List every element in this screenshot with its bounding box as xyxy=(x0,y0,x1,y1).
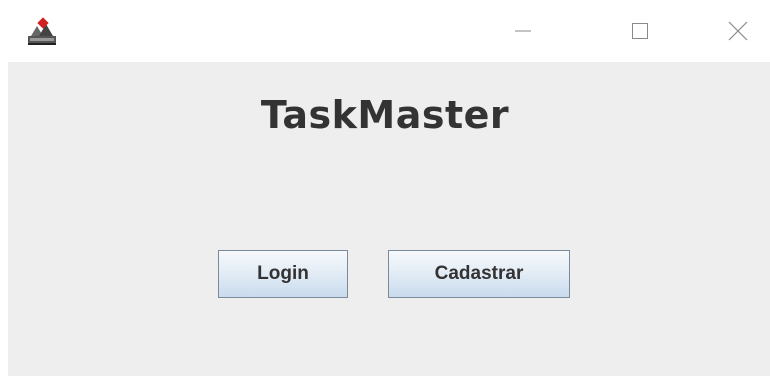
minimize-button[interactable] xyxy=(500,8,546,54)
register-button[interactable]: Cadastrar xyxy=(388,250,570,298)
close-icon xyxy=(728,21,748,41)
maximize-icon xyxy=(632,23,648,39)
java-app-icon[interactable] xyxy=(25,14,59,46)
minimize-icon xyxy=(515,30,531,32)
maximize-button[interactable] xyxy=(617,8,663,54)
application-window: TaskMaster Login Cadastrar xyxy=(0,0,770,376)
login-button[interactable]: Login xyxy=(218,250,348,298)
title-bar[interactable] xyxy=(0,0,770,62)
close-button[interactable] xyxy=(715,8,761,54)
app-title: TaskMaster xyxy=(260,93,510,137)
